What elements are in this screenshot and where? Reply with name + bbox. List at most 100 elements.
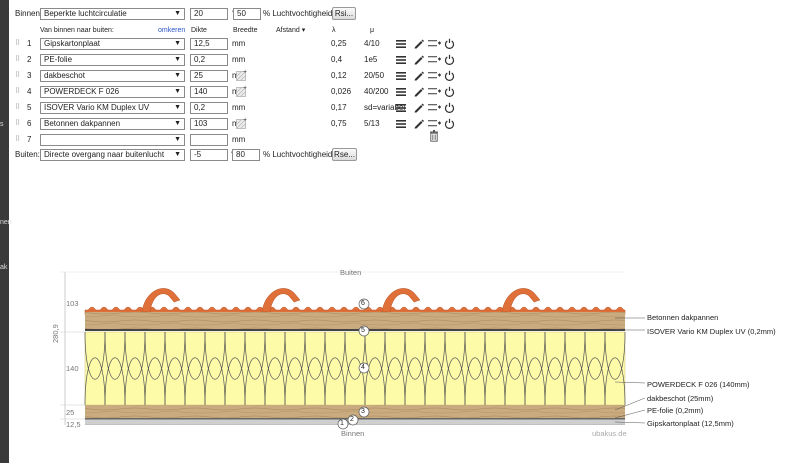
- layer-mu: 1e5: [364, 55, 378, 64]
- layer-material-select[interactable]: dakbeschot ▼: [40, 70, 185, 82]
- layer-number: 2: [27, 55, 32, 64]
- edit-pencil-icon[interactable]: [413, 86, 424, 97]
- layer-thickness-input[interactable]: 0,2: [190, 102, 228, 114]
- insert-layer-icon[interactable]: [428, 101, 442, 113]
- total-thickness-label: 280,9: [51, 324, 60, 343]
- menu-icon[interactable]: [396, 39, 407, 49]
- layer-lambda: 0,12: [331, 71, 347, 80]
- legend-insulation: POWERDECK F 026 (140mm): [647, 380, 750, 389]
- drag-handle-icon[interactable]: ⠿: [15, 71, 20, 79]
- layer-thickness-input[interactable]: 12,5: [190, 38, 228, 50]
- distance-header[interactable]: Afstand ▾: [276, 26, 305, 35]
- menu-icon[interactable]: [396, 103, 407, 113]
- layer-thickness-input[interactable]: 140: [190, 86, 228, 98]
- layer-lambda: 0,25: [331, 39, 347, 48]
- drag-handle-icon[interactable]: ⠿: [15, 55, 20, 63]
- sidebar-label: ak: [0, 264, 8, 271]
- marker-2-label: 2: [350, 416, 354, 423]
- svg-text:+: +: [243, 85, 247, 91]
- drag-handle-icon[interactable]: ⠿: [15, 103, 20, 111]
- hatch-pattern-icon[interactable]: +: [236, 69, 247, 82]
- power-toggle-icon[interactable]: [444, 102, 455, 113]
- inside-climate-value: Beperkte luchtcirculatie: [44, 9, 127, 18]
- insert-layer-icon[interactable]: [428, 53, 442, 65]
- insert-layer-icon[interactable]: [428, 117, 442, 129]
- insulation-layer: [84, 331, 626, 406]
- layer-material-value: POWERDECK F 026: [44, 87, 120, 96]
- inside-humidity-input[interactable]: 50: [233, 8, 261, 20]
- chevron-down-icon: ▼: [174, 104, 181, 111]
- layer-thickness-input[interactable]: [190, 134, 228, 146]
- layer-material-select[interactable]: ISOVER Vario KM Duplex UV ▼: [40, 102, 185, 114]
- chevron-down-icon: ▼: [174, 120, 181, 127]
- dim-decking: 25: [66, 408, 75, 417]
- insert-layer-icon[interactable]: [428, 37, 442, 49]
- inside-label: Binnen:: [15, 9, 43, 18]
- rse-button[interactable]: Rse...: [332, 148, 357, 161]
- hatch-pattern-icon[interactable]: +: [236, 85, 247, 98]
- dim-tiles: 103: [66, 299, 79, 308]
- layer-material-select[interactable]: Gipskartonplaat ▼: [40, 38, 185, 50]
- layer-material-select[interactable]: POWERDECK F 026 ▼: [40, 86, 185, 98]
- chevron-down-icon: ▼: [174, 88, 181, 95]
- edit-pencil-icon[interactable]: [413, 54, 424, 65]
- direction-label: Van binnen naar buiten:: [40, 27, 114, 34]
- layer-thickness-input[interactable]: 25: [190, 70, 228, 82]
- layer-thickness-input[interactable]: 103: [190, 118, 228, 130]
- inside-climate-select[interactable]: Beperkte luchtcirculatie ▼: [40, 8, 185, 20]
- layer-mu: 20/50: [364, 71, 385, 80]
- layer-thickness-unit: mm: [232, 39, 246, 48]
- layer-material-select[interactable]: Betonnen dakpannen ▼: [40, 118, 185, 130]
- edit-pencil-icon[interactable]: [413, 118, 424, 129]
- edit-pencil-icon[interactable]: [413, 102, 424, 113]
- outside-humidity-input[interactable]: 80: [232, 149, 260, 161]
- lambda-header: λ: [332, 27, 336, 34]
- layer-material-select[interactable]: ▼: [40, 134, 185, 146]
- membrane-layer: [85, 329, 625, 331]
- drag-handle-icon[interactable]: ⠿: [15, 39, 20, 47]
- edit-pencil-icon[interactable]: [413, 70, 424, 81]
- hatch-pattern-icon[interactable]: +: [236, 117, 247, 130]
- chevron-down-icon: ▼: [174, 10, 181, 17]
- drag-handle-icon[interactable]: ⠿: [15, 119, 20, 127]
- layer-material-value: Betonnen dakpannen: [44, 119, 121, 128]
- power-toggle-icon[interactable]: [444, 54, 455, 65]
- layer-lambda: 0,4: [331, 55, 343, 64]
- layer-thickness-unit: mm: [232, 55, 246, 64]
- drag-handle-icon[interactable]: ⠿: [15, 87, 20, 95]
- drag-handle-icon[interactable]: ⠿: [15, 135, 20, 143]
- legend-membrane: ISOVER Vario KM Duplex UV (0,2mm): [647, 327, 776, 336]
- batten-layer: [85, 312, 625, 329]
- layer-thickness-input[interactable]: 0,2: [190, 54, 228, 66]
- swap-link[interactable]: omkeren: [158, 26, 185, 35]
- outside-temperature-input[interactable]: -5: [190, 149, 228, 161]
- caret-down-icon: ▾: [301, 27, 306, 34]
- outside-diagram-label: Buiten: [340, 268, 362, 277]
- chevron-down-icon: ▼: [174, 56, 181, 63]
- outside-climate-select[interactable]: Directe overgang naar buitenlucht ▼: [40, 149, 185, 161]
- power-toggle-icon[interactable]: [444, 118, 455, 129]
- layer-lambda: 0,17: [331, 103, 347, 112]
- power-toggle-icon[interactable]: [444, 70, 455, 81]
- layer-mu: 40/200: [364, 87, 389, 96]
- layer-material-select[interactable]: PE-folie ▼: [40, 54, 185, 66]
- menu-icon[interactable]: [396, 119, 407, 129]
- trash-icon[interactable]: [429, 130, 439, 142]
- outside-label: Buiten:: [15, 150, 40, 159]
- watermark: ubakus.de: [592, 429, 627, 438]
- edit-pencil-icon[interactable]: [413, 38, 424, 49]
- menu-icon[interactable]: [396, 71, 407, 81]
- rsi-button[interactable]: Rsi...: [332, 7, 356, 20]
- marker-4-label: 4: [361, 364, 365, 371]
- menu-icon[interactable]: [396, 87, 407, 97]
- power-toggle-icon[interactable]: [444, 86, 455, 97]
- layer-material-value: ISOVER Vario KM Duplex UV: [44, 103, 150, 112]
- insert-layer-icon[interactable]: [428, 69, 442, 81]
- inside-temperature-input[interactable]: 20: [190, 8, 228, 20]
- layer-number: 1: [27, 39, 32, 48]
- marker-1-label: 1: [340, 420, 344, 427]
- insert-layer-icon[interactable]: [428, 85, 442, 97]
- power-toggle-icon[interactable]: [444, 38, 455, 49]
- menu-icon[interactable]: [396, 55, 407, 65]
- distance-header-label: Afstand: [276, 27, 300, 34]
